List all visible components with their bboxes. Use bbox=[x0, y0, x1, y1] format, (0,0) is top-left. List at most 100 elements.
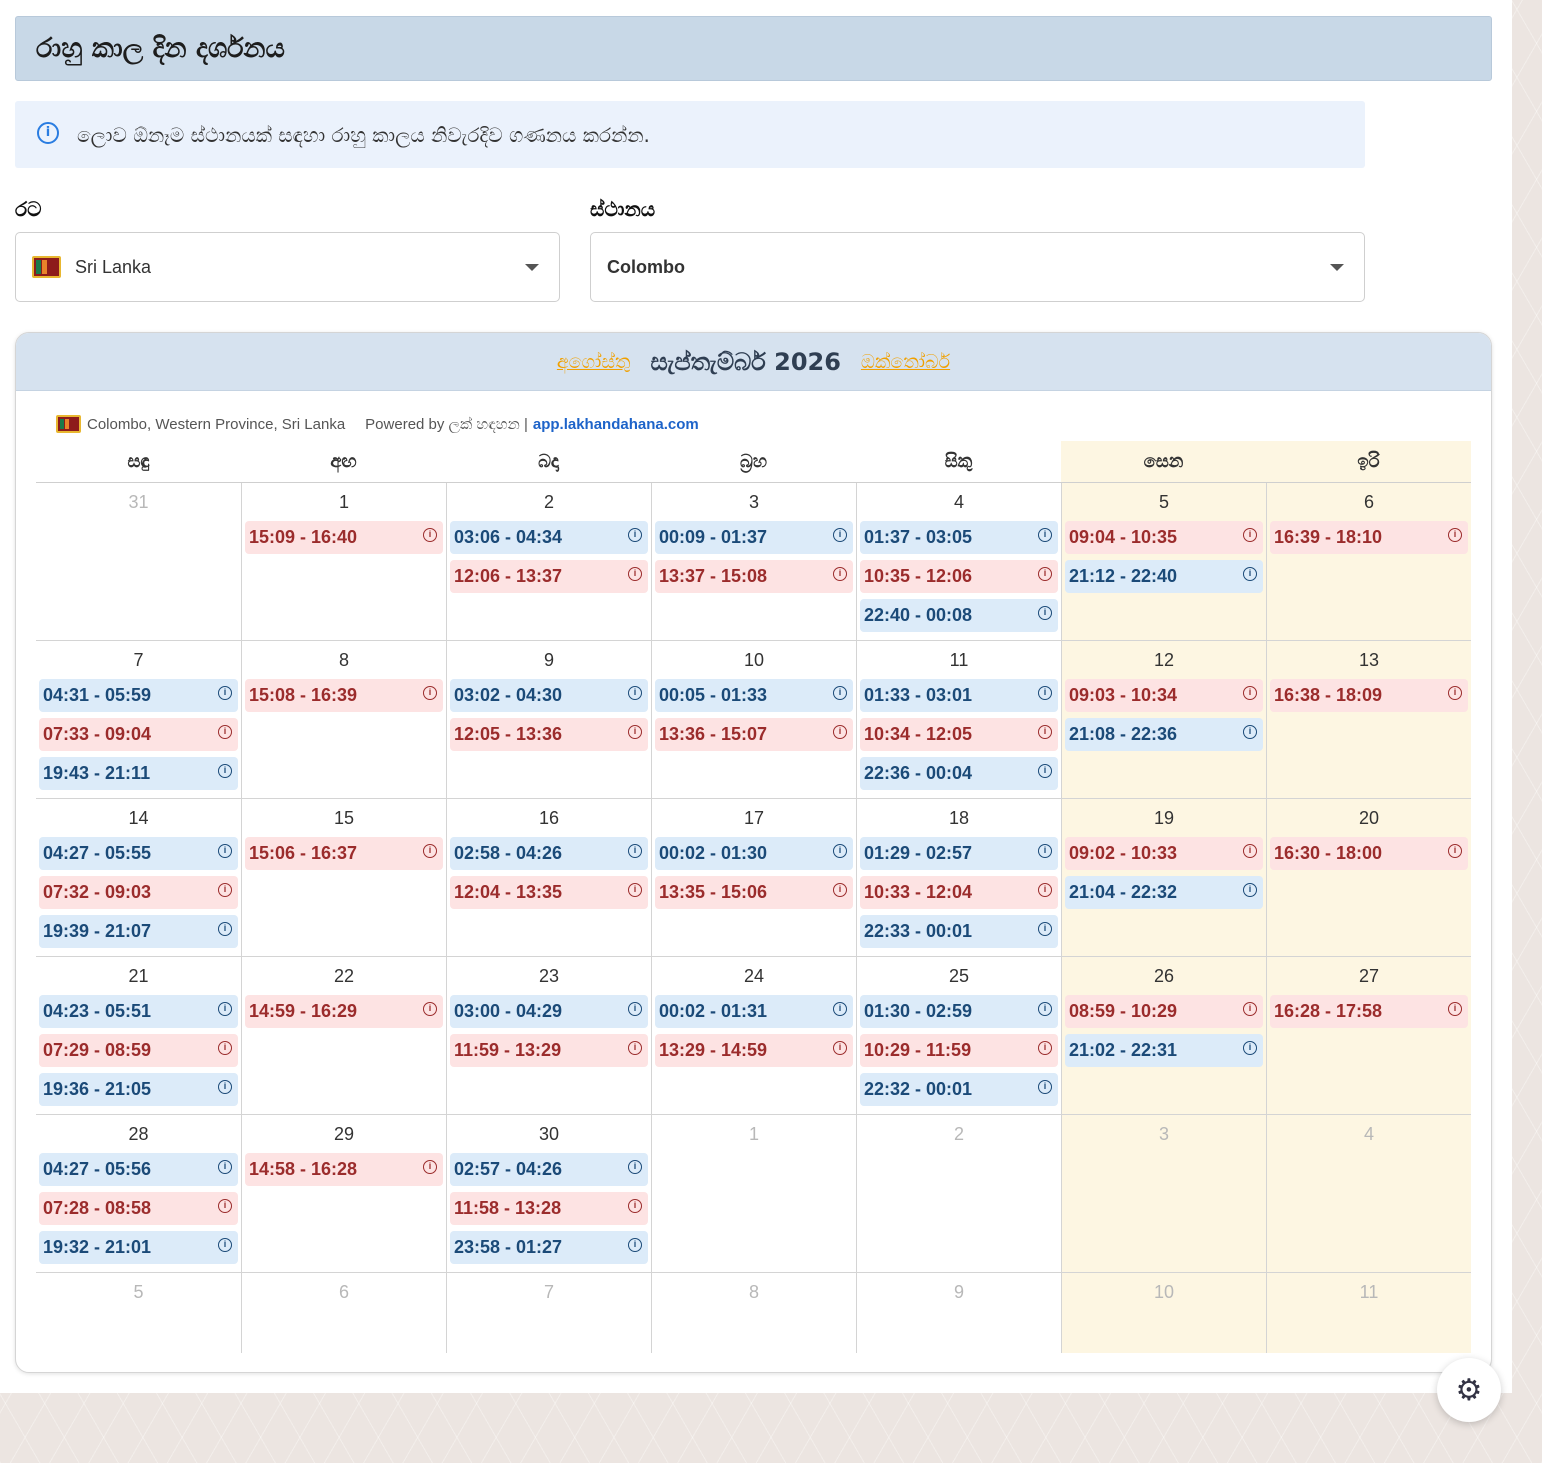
info-icon[interactable]: i bbox=[628, 1002, 642, 1016]
rahu-time-slot[interactable]: 01:30 - 02:59 i bbox=[860, 995, 1058, 1028]
rahu-time-slot[interactable]: 04:23 - 05:51 i bbox=[39, 995, 238, 1028]
info-icon[interactable]: i bbox=[218, 764, 232, 778]
rahu-time-slot[interactable]: 16:30 - 18:00 i bbox=[1270, 837, 1468, 870]
rahu-time-slot[interactable]: 07:28 - 08:58 i bbox=[39, 1192, 238, 1225]
info-icon[interactable]: i bbox=[1448, 686, 1462, 700]
info-icon[interactable]: i bbox=[1243, 528, 1257, 542]
info-icon[interactable]: i bbox=[1448, 528, 1462, 542]
info-icon[interactable]: i bbox=[218, 686, 232, 700]
rahu-time-slot[interactable]: 09:02 - 10:33 i bbox=[1065, 837, 1263, 870]
rahu-time-slot[interactable]: 15:08 - 16:39 i bbox=[245, 679, 443, 712]
rahu-time-slot[interactable]: 16:38 - 18:09 i bbox=[1270, 679, 1468, 712]
info-icon[interactable]: i bbox=[423, 528, 437, 542]
info-icon[interactable]: i bbox=[628, 1160, 642, 1174]
info-icon[interactable]: i bbox=[1038, 686, 1052, 700]
rahu-time-slot[interactable]: 15:06 - 16:37 i bbox=[245, 837, 443, 870]
info-icon[interactable]: i bbox=[833, 567, 847, 581]
info-icon[interactable]: i bbox=[1038, 606, 1052, 620]
info-icon[interactable]: i bbox=[218, 1199, 232, 1213]
rahu-time-slot[interactable]: 00:02 - 01:30 i bbox=[655, 837, 853, 870]
rahu-time-slot[interactable]: 07:33 - 09:04 i bbox=[39, 718, 238, 751]
info-icon[interactable]: i bbox=[1038, 764, 1052, 778]
rahu-time-slot[interactable]: 22:33 - 00:01 i bbox=[860, 915, 1058, 948]
rahu-time-slot[interactable]: 19:39 - 21:07 i bbox=[39, 915, 238, 948]
rahu-time-slot[interactable]: 01:33 - 03:01 i bbox=[860, 679, 1058, 712]
info-icon[interactable]: i bbox=[628, 1238, 642, 1252]
rahu-time-slot[interactable]: 21:12 - 22:40 i bbox=[1065, 560, 1263, 593]
info-icon[interactable]: i bbox=[833, 1002, 847, 1016]
info-icon[interactable]: i bbox=[1243, 725, 1257, 739]
info-icon[interactable]: i bbox=[628, 567, 642, 581]
info-icon[interactable]: i bbox=[628, 528, 642, 542]
info-icon[interactable]: i bbox=[423, 1160, 437, 1174]
rahu-time-slot[interactable]: 10:35 - 12:06 i bbox=[860, 560, 1058, 593]
rahu-time-slot[interactable]: 22:32 - 00:01 i bbox=[860, 1073, 1058, 1106]
rahu-time-slot[interactable]: 12:06 - 13:37 i bbox=[450, 560, 648, 593]
rahu-time-slot[interactable]: 21:08 - 22:36 i bbox=[1065, 718, 1263, 751]
rahu-time-slot[interactable]: 08:59 - 10:29 i bbox=[1065, 995, 1263, 1028]
rahu-time-slot[interactable]: 13:35 - 15:06 i bbox=[655, 876, 853, 909]
info-icon[interactable]: i bbox=[1038, 528, 1052, 542]
info-icon[interactable]: i bbox=[1038, 922, 1052, 936]
info-icon[interactable]: i bbox=[1038, 567, 1052, 581]
rahu-time-slot[interactable]: 13:36 - 15:07 i bbox=[655, 718, 853, 751]
rahu-time-slot[interactable]: 00:05 - 01:33 i bbox=[655, 679, 853, 712]
info-icon[interactable]: i bbox=[628, 1199, 642, 1213]
rahu-time-slot[interactable]: 02:57 - 04:26 i bbox=[450, 1153, 648, 1186]
rahu-time-slot[interactable]: 07:32 - 09:03 i bbox=[39, 876, 238, 909]
info-icon[interactable]: i bbox=[1448, 1002, 1462, 1016]
info-icon[interactable]: i bbox=[423, 1002, 437, 1016]
rahu-time-slot[interactable]: 00:09 - 01:37 i bbox=[655, 521, 853, 554]
info-icon[interactable]: i bbox=[1243, 686, 1257, 700]
info-icon[interactable]: i bbox=[423, 844, 437, 858]
rahu-time-slot[interactable]: 23:58 - 01:27 i bbox=[450, 1231, 648, 1264]
info-icon[interactable]: i bbox=[218, 922, 232, 936]
rahu-time-slot[interactable]: 13:29 - 14:59 i bbox=[655, 1034, 853, 1067]
rahu-time-slot[interactable]: 02:58 - 04:26 i bbox=[450, 837, 648, 870]
rahu-time-slot[interactable]: 07:29 - 08:59 i bbox=[39, 1034, 238, 1067]
rahu-time-slot[interactable]: 12:05 - 13:36 i bbox=[450, 718, 648, 751]
info-icon[interactable]: i bbox=[218, 1041, 232, 1055]
rahu-time-slot[interactable]: 03:06 - 04:34 i bbox=[450, 521, 648, 554]
rahu-time-slot[interactable]: 10:29 - 11:59 i bbox=[860, 1034, 1058, 1067]
rahu-time-slot[interactable]: 14:58 - 16:28 i bbox=[245, 1153, 443, 1186]
info-icon[interactable]: i bbox=[218, 1002, 232, 1016]
info-icon[interactable]: i bbox=[218, 1160, 232, 1174]
rahu-time-slot[interactable]: 15:09 - 16:40 i bbox=[245, 521, 443, 554]
rahu-time-slot[interactable]: 16:39 - 18:10 i bbox=[1270, 521, 1468, 554]
rahu-time-slot[interactable]: 09:04 - 10:35 i bbox=[1065, 521, 1263, 554]
info-icon[interactable]: i bbox=[1038, 1002, 1052, 1016]
rahu-time-slot[interactable]: 19:36 - 21:05 i bbox=[39, 1073, 238, 1106]
info-icon[interactable]: i bbox=[628, 725, 642, 739]
rahu-time-slot[interactable]: 16:28 - 17:58 i bbox=[1270, 995, 1468, 1028]
info-icon[interactable]: i bbox=[1243, 1041, 1257, 1055]
info-icon[interactable]: i bbox=[1038, 1041, 1052, 1055]
rahu-time-slot[interactable]: 03:02 - 04:30 i bbox=[450, 679, 648, 712]
info-icon[interactable]: i bbox=[833, 844, 847, 858]
info-icon[interactable]: i bbox=[1448, 844, 1462, 858]
info-icon[interactable]: i bbox=[628, 883, 642, 897]
rahu-time-slot[interactable]: 11:58 - 13:28 i bbox=[450, 1192, 648, 1225]
settings-button[interactable]: ⚙ bbox=[1437, 1358, 1501, 1422]
info-icon[interactable]: i bbox=[833, 883, 847, 897]
rahu-time-slot[interactable]: 21:02 - 22:31 i bbox=[1065, 1034, 1263, 1067]
rahu-time-slot[interactable]: 21:04 - 22:32 i bbox=[1065, 876, 1263, 909]
rahu-time-slot[interactable]: 09:03 - 10:34 i bbox=[1065, 679, 1263, 712]
info-icon[interactable]: i bbox=[1243, 1002, 1257, 1016]
rahu-time-slot[interactable]: 11:59 - 13:29 i bbox=[450, 1034, 648, 1067]
info-icon[interactable]: i bbox=[628, 844, 642, 858]
rahu-time-slot[interactable]: 19:43 - 21:11 i bbox=[39, 757, 238, 790]
info-icon[interactable]: i bbox=[218, 883, 232, 897]
rahu-time-slot[interactable]: 04:27 - 05:55 i bbox=[39, 837, 238, 870]
info-icon[interactable]: i bbox=[628, 686, 642, 700]
rahu-time-slot[interactable]: 22:36 - 00:04 i bbox=[860, 757, 1058, 790]
info-icon[interactable]: i bbox=[1243, 883, 1257, 897]
rahu-time-slot[interactable]: 19:32 - 21:01 i bbox=[39, 1231, 238, 1264]
rahu-time-slot[interactable]: 00:02 - 01:31 i bbox=[655, 995, 853, 1028]
rahu-time-slot[interactable]: 13:37 - 15:08 i bbox=[655, 560, 853, 593]
info-icon[interactable]: i bbox=[1038, 725, 1052, 739]
info-icon[interactable]: i bbox=[628, 1041, 642, 1055]
info-icon[interactable]: i bbox=[1038, 1080, 1052, 1094]
site-link[interactable]: app.lakhandahana.com bbox=[533, 416, 699, 433]
info-icon[interactable]: i bbox=[218, 1238, 232, 1252]
